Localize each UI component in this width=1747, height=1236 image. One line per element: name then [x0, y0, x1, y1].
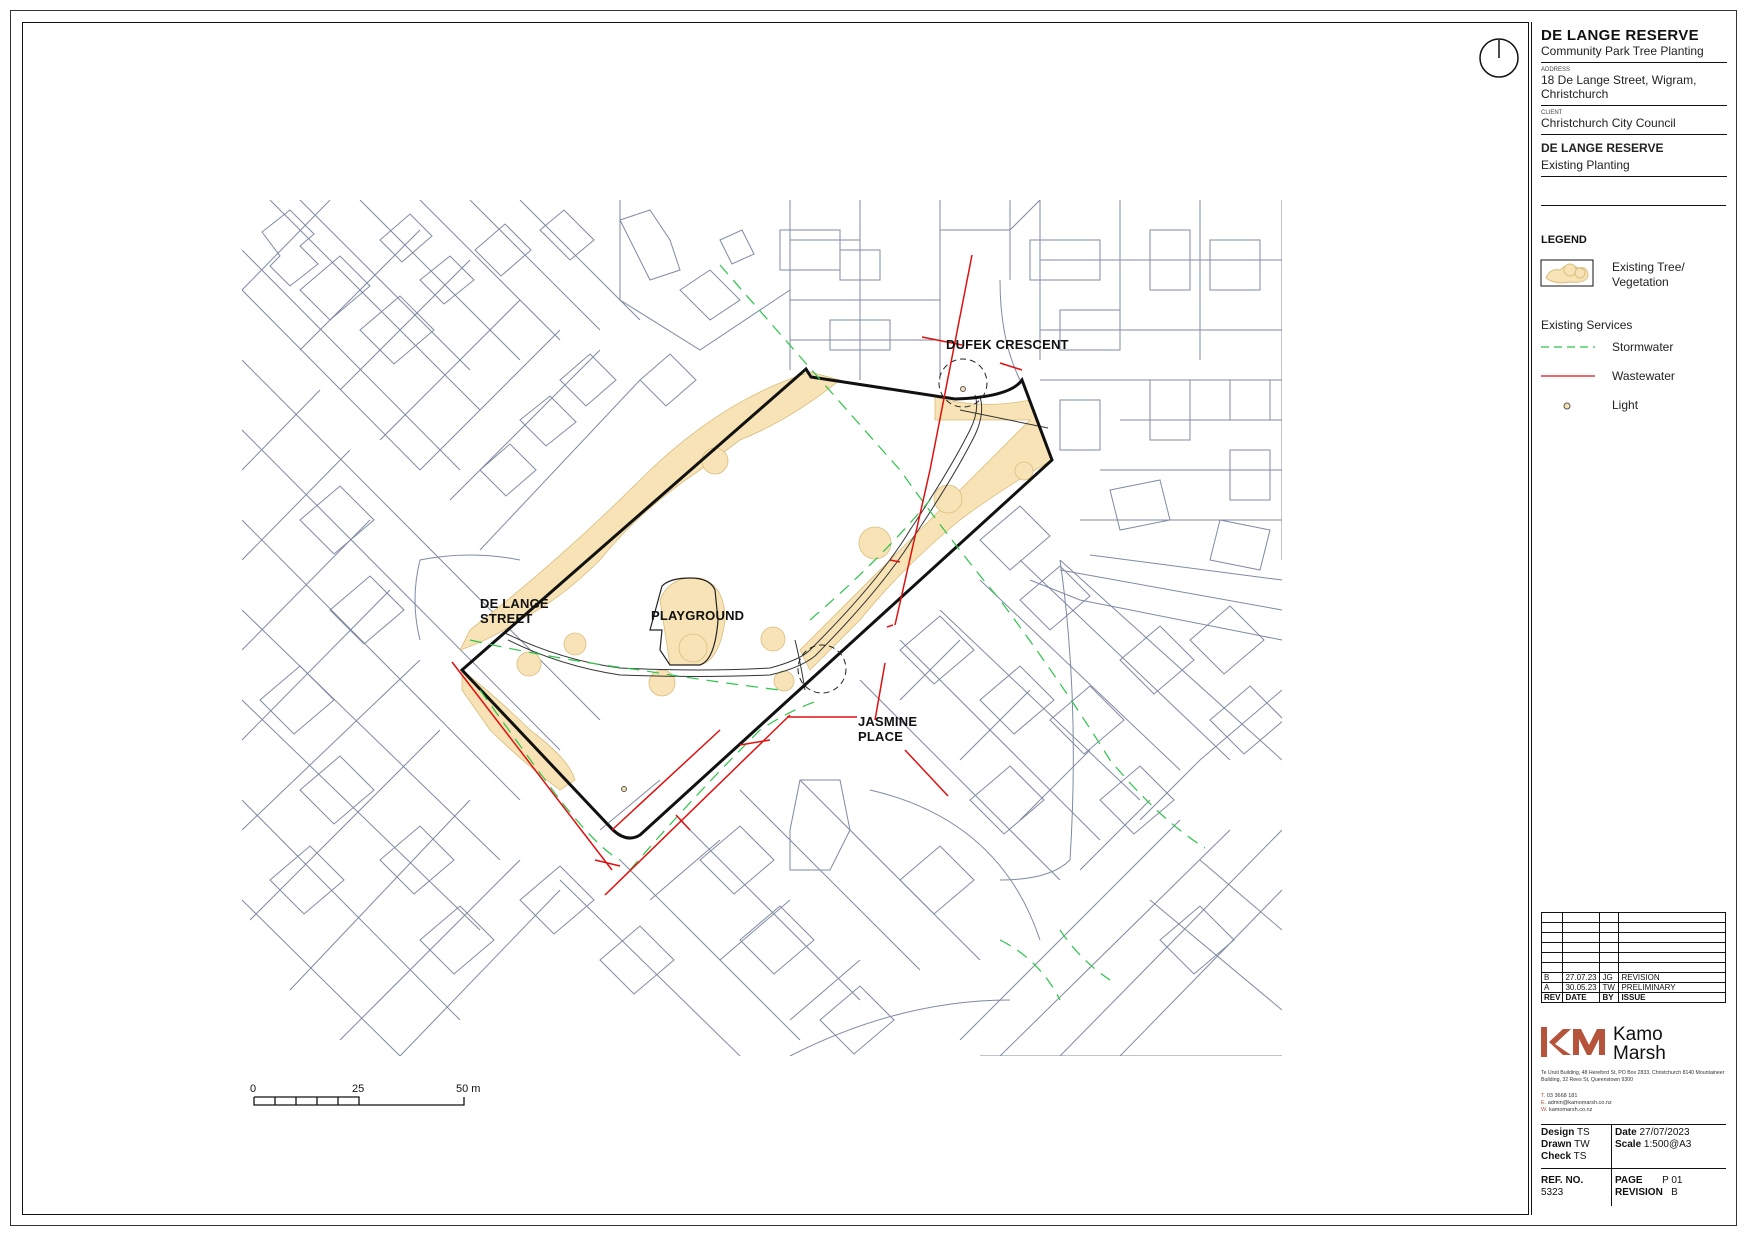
drawing-subtitle: Existing Planting: [1541, 158, 1630, 172]
north-arrow-icon: [1479, 38, 1519, 78]
legend-light-swatch: [1563, 402, 1571, 410]
label-de-lange-street: DE LANGE STREET: [480, 596, 549, 626]
company-contact: T. 03 3668 181 E. admin@kamomarsh.co.nz …: [1541, 1093, 1612, 1113]
label-dufek-crescent: DUFEK CRESCENT: [946, 337, 1069, 352]
divider: [1541, 1168, 1726, 1169]
divider: [1541, 1124, 1726, 1125]
legend-services-heading: Existing Services: [1541, 318, 1633, 332]
revision-table: B 27.07.23 JG REVISION A 30.05.23 TW PRE…: [1540, 912, 1726, 1003]
divider: [1611, 1124, 1612, 1206]
site-plan-map: [242, 38, 1595, 1106]
label-playground: PLAYGROUND: [651, 608, 745, 623]
date-scale-info: Date 27/07/2023 Scale 1:500@A3: [1615, 1127, 1692, 1150]
client-name: Christchurch City Council: [1541, 116, 1676, 130]
revision-row: A 30.05.23 TW PRELIMINARY: [1540, 982, 1726, 993]
divider: [1541, 205, 1726, 206]
divider: [1541, 105, 1727, 106]
legend-wastewater-label: Wastewater: [1612, 369, 1675, 383]
page-revision-info: PAGE P 01 REVISION B: [1615, 1175, 1683, 1198]
divider: [1541, 62, 1727, 63]
legend-heading: LEGEND: [1541, 234, 1587, 246]
project-subtitle: Community Park Tree Planting: [1541, 44, 1704, 58]
design-info: Design TS Drawn TW Check TS: [1541, 1127, 1590, 1162]
scale-mid: 25: [352, 1083, 365, 1095]
kamo-marsh-logo-icon: [1541, 1027, 1605, 1057]
scale-bar: [253, 1096, 465, 1106]
scale-end: 50 m: [456, 1083, 481, 1095]
legend-light-label: Light: [1612, 398, 1639, 412]
label-jasmine-place: JASMINE PLACE: [858, 714, 918, 744]
company-address: Te Uruti Building, 48 Hereford St, PO Bo…: [1541, 1070, 1725, 1083]
existing-vegetation: [459, 371, 1053, 791]
cadastral-parcels: [242, 200, 1282, 1056]
reference-info: REF. NO. 5323: [1541, 1175, 1584, 1198]
legend-vegetation-swatch: [1540, 259, 1594, 287]
revision-header-row: REV DATE BY ISSUE: [1540, 992, 1726, 1003]
project-title: DE LANGE RESERVE: [1541, 27, 1699, 44]
divider: [1541, 134, 1727, 135]
company-name: Kamo Marsh: [1613, 1024, 1666, 1064]
divider: [1541, 176, 1727, 177]
project-address: 18 De Lange Street, Wigram, Christchurch: [1541, 73, 1697, 101]
drawing-title: DE LANGE RESERVE: [1541, 141, 1664, 155]
legend-stormwater-label: Stormwater: [1612, 340, 1674, 354]
legend-vegetation-label: Existing Tree/ Vegetation: [1612, 260, 1685, 289]
revision-row: B 27.07.23 JG REVISION: [1540, 972, 1726, 983]
scale-zero: 0: [250, 1083, 257, 1095]
title-block-header: DE LANGE RESERVE Community Park Tree Pla…: [1541, 27, 1727, 177]
